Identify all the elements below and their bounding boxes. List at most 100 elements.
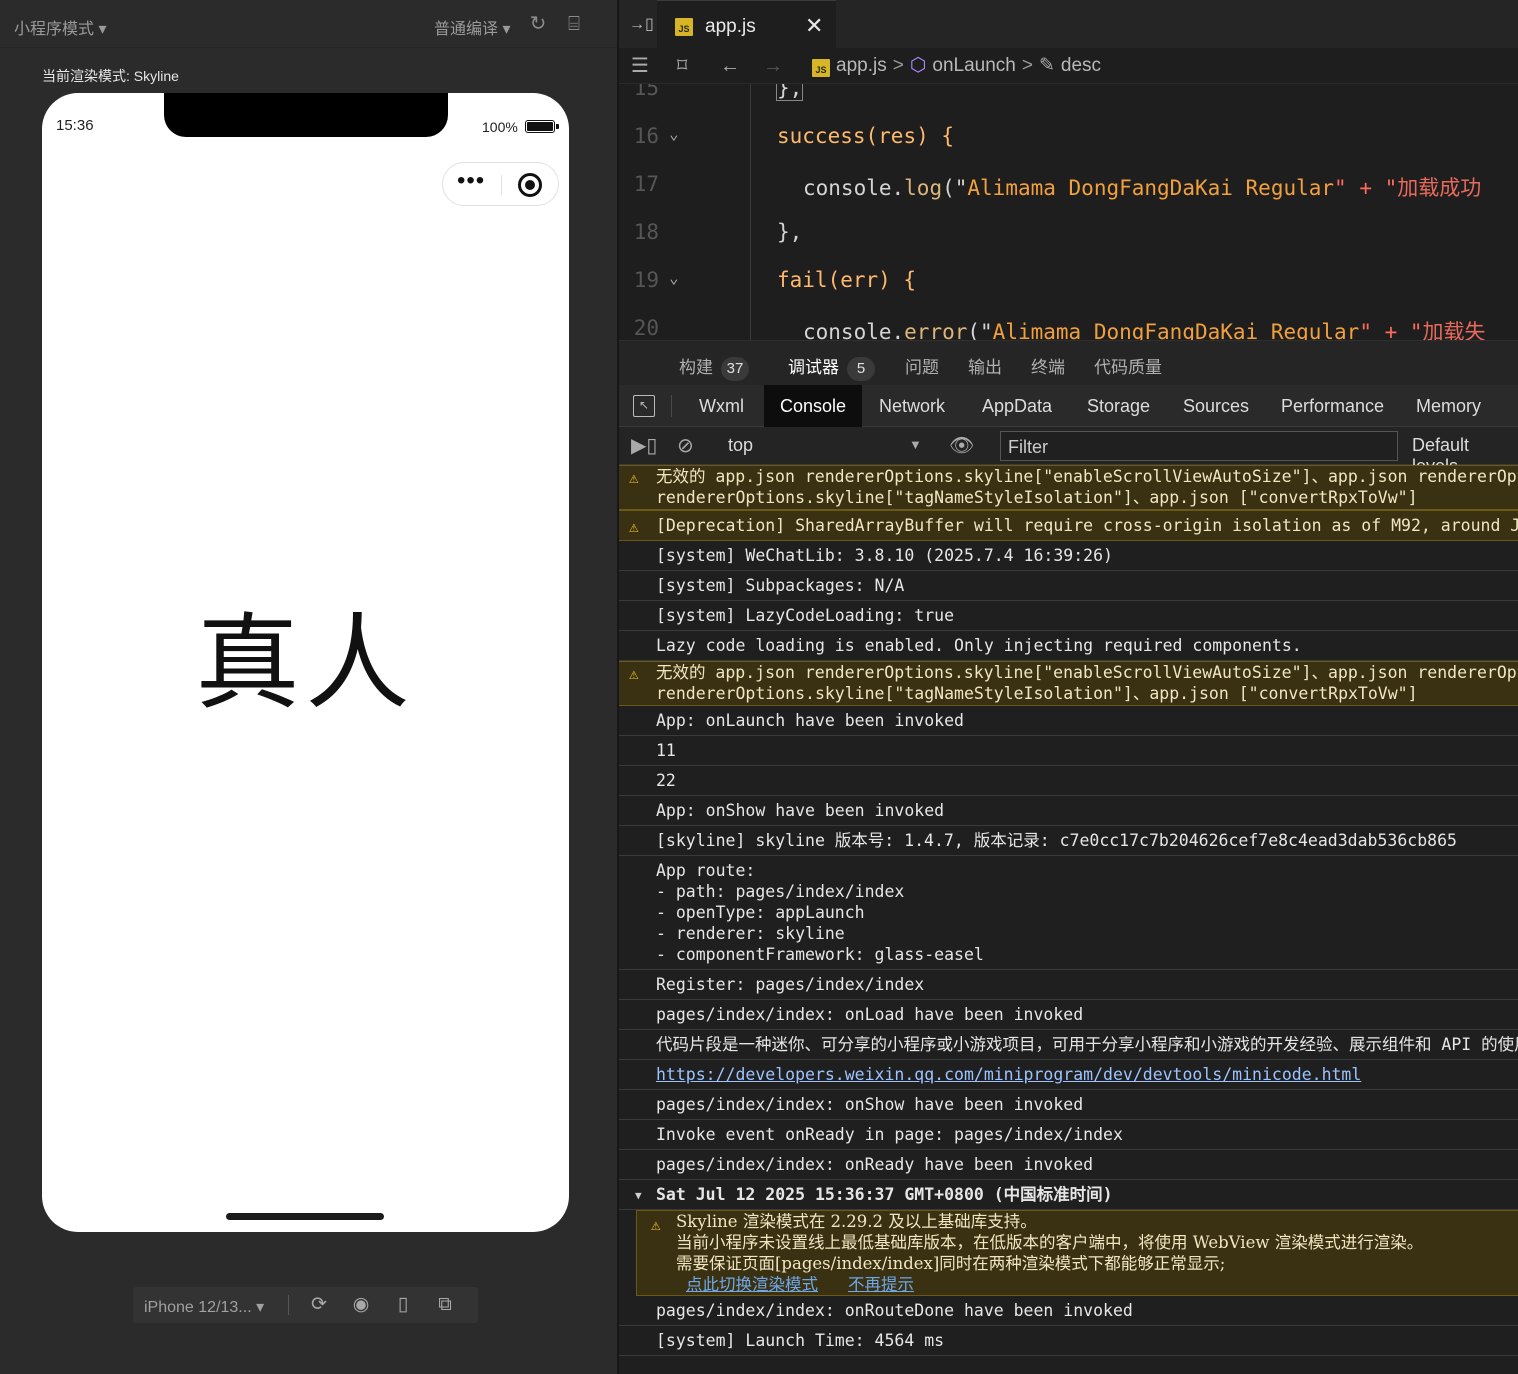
warning-icon: ⚠ <box>651 1215 661 1234</box>
console-log: Register: pages/index/index <box>619 970 1518 1000</box>
context-label: top <box>728 435 754 455</box>
console-text: [skyline] skyline 版本号: 1.4.7, 版本记录: c7e0… <box>656 831 1457 850</box>
console-text: Lazy code loading is enabled. Only injec… <box>656 636 1302 655</box>
chevron-right-icon: > <box>1021 55 1033 76</box>
code-text: console.log("Alimama DongFangDaKai Regul… <box>803 172 1481 202</box>
tab-appdata[interactable]: AppData <box>966 385 1068 427</box>
breadcrumb-function[interactable]: onLaunch <box>932 55 1015 76</box>
phone-icon[interactable]: ▯ <box>391 1293 415 1317</box>
forward-arrow-icon[interactable]: → <box>763 54 783 78</box>
compile-dropdown[interactable]: 普通编译 ▾ <box>434 15 511 39</box>
console-text: pages/index/index: onShow have been invo… <box>656 1095 1084 1114</box>
console-log: [system] Launch Time: 4564 ms <box>619 1326 1518 1356</box>
dont-show-again-link[interactable]: 不再提示 <box>848 1275 914 1294</box>
mode-dropdown[interactable]: 小程序模式 ▾ <box>14 15 107 39</box>
chevron-right-icon: > <box>892 55 904 76</box>
warning-icon: ⚠ <box>629 468 639 487</box>
tab-debugger[interactable]: 调试器 5 <box>788 353 875 381</box>
console-output[interactable]: ⚠ 无效的 app.json rendererOptions.skyline["e… <box>619 465 1518 1374</box>
multi-window-icon[interactable]: ⧉ <box>433 1293 457 1317</box>
tab-code-quality[interactable]: 代码质量 <box>1094 353 1162 378</box>
switch-render-mode-link[interactable]: 点此切换渲染模式 <box>686 1275 818 1294</box>
console-link[interactable]: https://developers.weixin.qq.com/minipro… <box>656 1065 1361 1084</box>
console-log: App route: - path: pages/index/index - o… <box>619 856 1518 970</box>
console-text: [system] Launch Time: 4564 ms <box>656 1331 945 1350</box>
console-text: App route: - path: pages/index/index - o… <box>656 861 984 964</box>
code-token: console. <box>803 176 905 200</box>
clear-cache-icon[interactable]: ⌸ <box>563 13 585 35</box>
code-line: 16 ⌄ success(res) { <box>619 124 1518 172</box>
line-number: 20 <box>633 316 659 340</box>
triangle-down-icon[interactable]: ▼ <box>635 1185 642 1206</box>
device-dropdown[interactable]: iPhone 12/13... ▾ <box>144 1297 264 1317</box>
code-token: (" <box>967 320 993 340</box>
line-number: 19 <box>633 268 659 292</box>
more-icon[interactable]: ••• <box>457 169 485 193</box>
fold-chevron-icon[interactable]: ⌄ <box>669 268 679 287</box>
split-editor-icon[interactable]: →▯ <box>629 14 654 34</box>
js-file-icon: JS <box>675 18 693 36</box>
console-log: 22 <box>619 766 1518 796</box>
tab-console[interactable]: Console <box>764 385 863 427</box>
code-editor[interactable]: 15 }, 16 ⌄ success(res) { 17 console.log… <box>619 84 1518 340</box>
back-arrow-icon[interactable]: ← <box>720 54 740 78</box>
code-token: (" <box>942 176 968 200</box>
tab-problems[interactable]: 问题 <box>905 353 939 378</box>
debugger-count-badge: 5 <box>847 356 875 381</box>
bookmark-icon[interactable]: ⌑ <box>677 54 687 78</box>
caret-down-icon[interactable]: ▼ <box>909 437 922 452</box>
tab-app-js[interactable]: JS app.js ✕ <box>657 0 836 48</box>
toolbar-divider <box>671 395 672 417</box>
line-number: 15 <box>633 84 659 100</box>
console-text: pages/index/index: onReady have been inv… <box>656 1155 1094 1174</box>
console-warning: ⚠ [Deprecation] SharedArrayBuffer will re… <box>619 510 1518 541</box>
home-icon[interactable]: ◉ <box>349 1293 373 1317</box>
breadcrumb-property[interactable]: desc <box>1061 55 1101 76</box>
inspect-element-icon[interactable]: ↖ <box>633 395 655 417</box>
mode-label: 小程序模式 <box>14 21 95 38</box>
fold-chevron-icon[interactable]: ⌄ <box>669 124 679 143</box>
console-warning: ⚠ 无效的 app.json rendererOptions.skyline["e… <box>619 661 1518 706</box>
tab-build[interactable]: 构建 37 <box>679 353 749 381</box>
clear-console-icon[interactable]: ⊘ <box>677 433 694 459</box>
console-text: Sat Jul 12 2025 15:36:37 GMT+0800 (中国标准时… <box>656 1185 1113 1204</box>
sidebar-toggle-icon[interactable]: ▶▯ <box>631 433 657 459</box>
tab-terminal[interactable]: 终端 <box>1031 353 1065 378</box>
refresh-icon[interactable]: ↻ <box>527 13 549 35</box>
code-line: 18 }, <box>619 220 1518 268</box>
code-token: (err) { <box>827 268 917 292</box>
console-group-header[interactable]: ▼ Sat Jul 12 2025 15:36:37 GMT+0800 (中国标准… <box>619 1180 1518 1210</box>
tab-output[interactable]: 输出 <box>968 353 1002 378</box>
menu-capsule: ••• <box>442 162 559 206</box>
rotate-icon[interactable]: ⟳ <box>307 1293 331 1317</box>
tab-sources[interactable]: Sources <box>1167 385 1265 427</box>
console-text: [system] Subpackages: N/A <box>656 576 905 595</box>
eye-icon[interactable]: 👁 <box>949 433 974 459</box>
simulator-toolbar: 小程序模式 ▾ 普通编译 ▾ ↻ ⌸ <box>0 0 617 48</box>
close-miniprogram-icon[interactable] <box>518 173 542 197</box>
filter-input[interactable]: Filter <box>1000 431 1398 461</box>
console-text: App: onLaunch have been invoked <box>656 711 964 730</box>
tab-wxml[interactable]: Wxml <box>683 385 760 427</box>
tab-performance[interactable]: Performance <box>1265 385 1400 427</box>
console-log: [system] LazyCodeLoading: true <box>619 601 1518 631</box>
battery-icon <box>525 120 559 133</box>
warning-icon: ⚠ <box>629 664 639 683</box>
context-selector[interactable]: top <box>728 435 753 456</box>
capsule-divider <box>501 175 502 195</box>
list-icon[interactable]: ☰ <box>631 54 649 78</box>
phone-screen[interactable]: 15:36 100% ••• 真人 <box>42 93 569 1232</box>
close-icon[interactable]: ✕ <box>805 13 823 39</box>
console-log: App: onShow have been invoked <box>619 796 1518 826</box>
warning-icon: ⚠ <box>629 517 639 536</box>
console-log: pages/index/index: onLoad have been invo… <box>619 1000 1518 1030</box>
tab-memory[interactable]: Memory <box>1400 385 1497 427</box>
line-number: 16 <box>633 124 659 148</box>
code-line: 19 ⌄ fail(err) { <box>619 268 1518 316</box>
code-text: success(res) { <box>777 124 954 148</box>
breadcrumb-file[interactable]: app.js <box>836 55 887 76</box>
console-log: https://developers.weixin.qq.com/minipro… <box>619 1060 1518 1090</box>
tab-network[interactable]: Network <box>863 385 961 427</box>
tab-storage[interactable]: Storage <box>1071 385 1166 427</box>
console-log: [system] WeChatLib: 3.8.10 (2025.7.4 16:… <box>619 541 1518 571</box>
